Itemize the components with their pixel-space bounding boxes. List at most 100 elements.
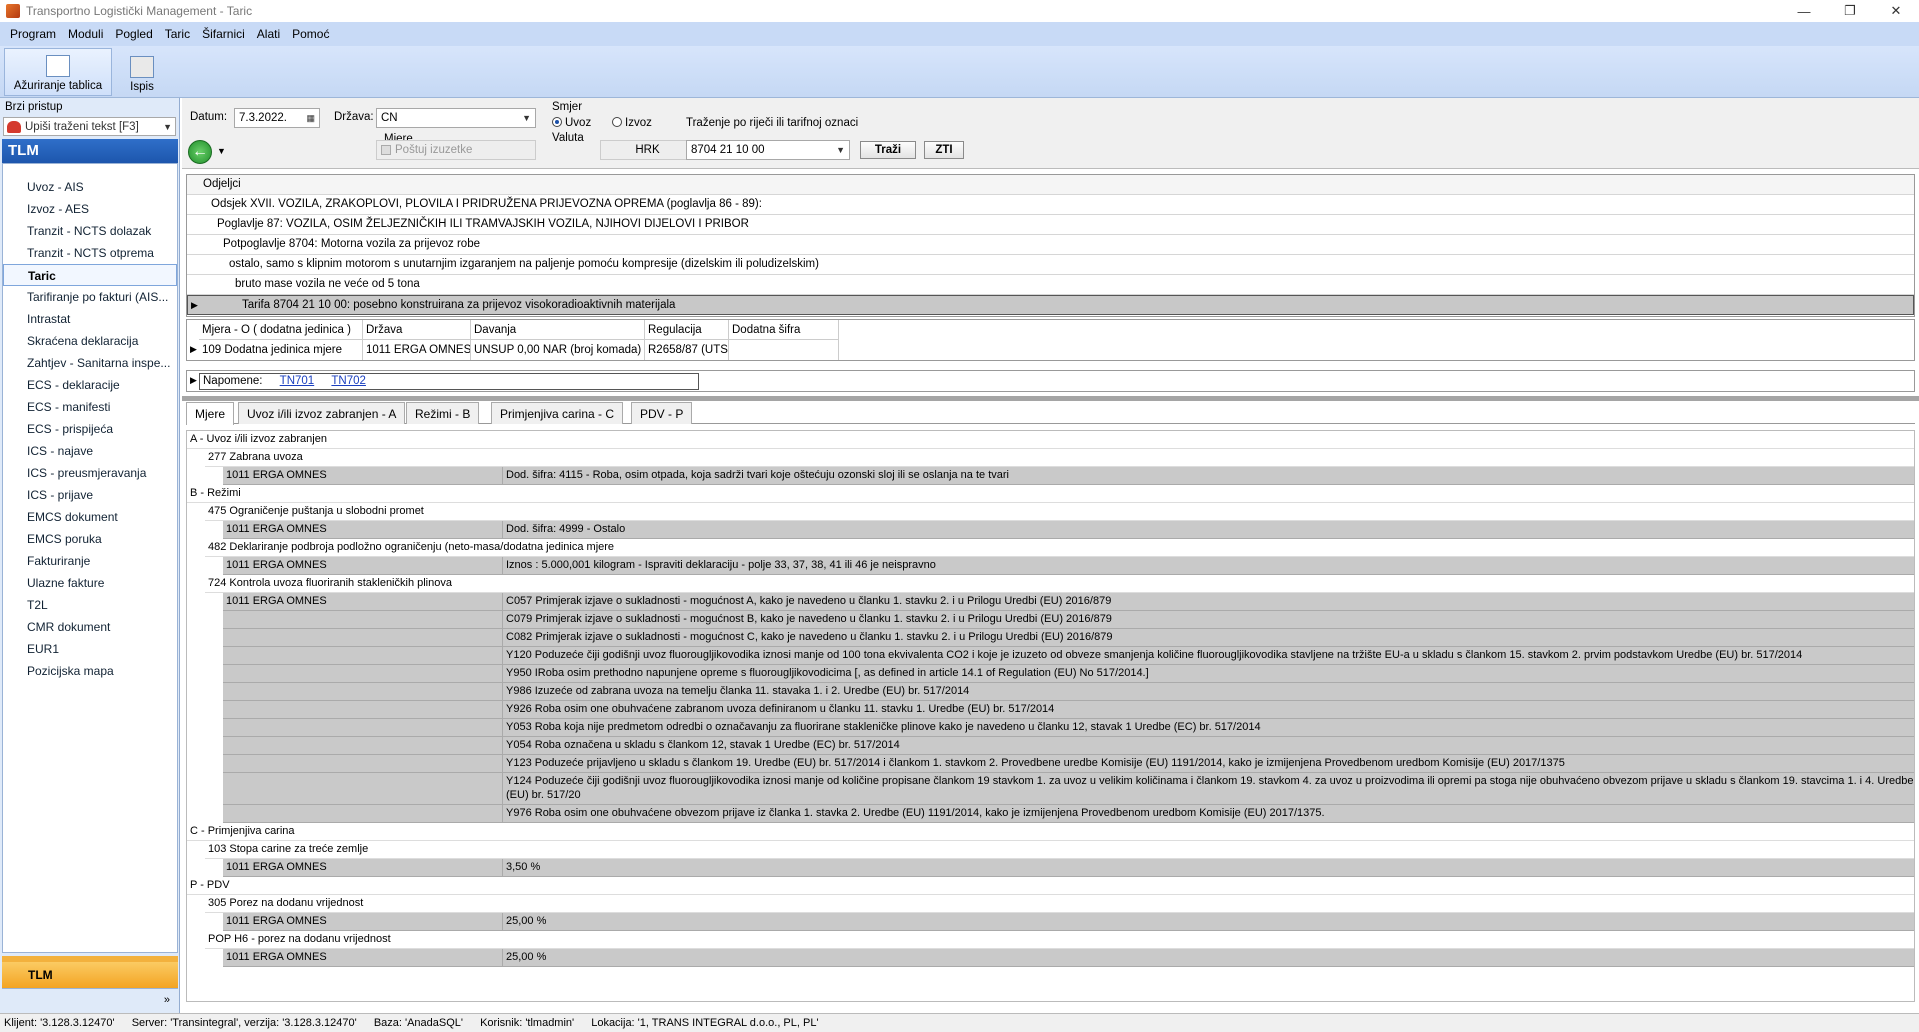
- detail-condition-row[interactable]: Y976 Roba osim one obuhvaćene obvezom pr…: [223, 805, 1914, 823]
- tab-zabranjen-a[interactable]: Uvoz i/ili izvoz zabranjen - A: [238, 402, 406, 424]
- column-header[interactable]: Država: [363, 320, 471, 340]
- hierarchy-row[interactable]: Poglavlje 87: VOZILA, OSIM ŽELJEZNIČKIH …: [187, 215, 1914, 235]
- tab-pdv-p[interactable]: PDV - P: [631, 402, 693, 424]
- sidebar-item[interactable]: ECS - prispijeća: [3, 418, 177, 440]
- detail-condition-row[interactable]: 1011 ERGA OMNES 3,50 %: [223, 859, 1914, 877]
- sidebar-item[interactable]: Pozicijska mapa: [3, 660, 177, 682]
- detail-condition-row[interactable]: Y054 Roba označena u skladu s člankom 12…: [223, 737, 1914, 755]
- tab-rezimi-b[interactable]: Režimi - B: [406, 402, 480, 424]
- sidebar-item[interactable]: ICS - najave: [3, 440, 177, 462]
- hierarchy-row[interactable]: Odsjek XVII. VOZILA, ZRAKOPLOVI, PLOVILA…: [187, 195, 1914, 215]
- detail-measure-row[interactable]: 305 Porez na dodanu vrijednost: [205, 895, 1914, 913]
- respect-exceptions-checkbox[interactable]: Poštuj izuzetke: [376, 140, 536, 160]
- chevron-down-icon[interactable]: ▼: [836, 145, 845, 155]
- minimize-icon[interactable]: —: [1781, 0, 1827, 22]
- tariff-search-input[interactable]: 8704 21 10 00 ▼: [686, 140, 850, 160]
- tab-mjere[interactable]: Mjere: [186, 402, 235, 425]
- sidebar-item[interactable]: EMCS dokument: [3, 506, 177, 528]
- sidebar-item[interactable]: Uvoz - AIS: [3, 176, 177, 198]
- menu-sifarnici[interactable]: Šifarnici: [196, 27, 251, 41]
- sidebar-item[interactable]: Ulazne fakture: [3, 572, 177, 594]
- sidebar-item[interactable]: EUR1: [3, 638, 177, 660]
- update-tables-button[interactable]: Ažuriranje tablica: [4, 48, 112, 96]
- hierarchy-row[interactable]: ostalo, samo s klipnim motorom s unutarn…: [187, 255, 1914, 275]
- detail-measure-row[interactable]: 724 Kontrola uvoza fluoriranih staklenič…: [205, 575, 1914, 593]
- detail-condition-row[interactable]: 1011 ERGA OMNES 25,00 %: [223, 913, 1914, 931]
- detail-condition-row[interactable]: Y124 Poduzeće čiji godišnji uvoz fluorou…: [223, 773, 1914, 805]
- detail-condition-row[interactable]: Y986 Izuzeće od zabrana uvoza na temelju…: [223, 683, 1914, 701]
- table-cell[interactable]: UNSUP 0,00 NAR (broj komada): [471, 340, 645, 360]
- detail-condition-row[interactable]: 1011 ERGA OMNES Dod. šifra: 4999 - Ostalo: [223, 521, 1914, 539]
- detail-condition-row[interactable]: 1011 ERGA OMNES Dod. šifra: 4115 - Roba, …: [223, 467, 1914, 485]
- sidebar-item[interactable]: Tarifiranje po fakturi (AIS...: [3, 286, 177, 308]
- sidebar-expand[interactable]: »: [2, 988, 178, 1010]
- sidebar-item[interactable]: CMR dokument: [3, 616, 177, 638]
- sidebar-item[interactable]: Izvoz - AES: [3, 198, 177, 220]
- sidebar-item[interactable]: ECS - manifesti: [3, 396, 177, 418]
- zti-button[interactable]: ZTI: [924, 141, 964, 159]
- sidebar-item[interactable]: EMCS poruka: [3, 528, 177, 550]
- country-select[interactable]: CN ▼: [376, 108, 536, 128]
- detail-condition-row[interactable]: Y120 Poduzeće čiji godišnji uvoz fluorou…: [223, 647, 1914, 665]
- sidebar-item[interactable]: Intrastat: [3, 308, 177, 330]
- search-button[interactable]: Traži: [860, 141, 916, 159]
- sidebar-item[interactable]: Tranzit - NCTS dolazak: [3, 220, 177, 242]
- sidebar-item[interactable]: Fakturiranje: [3, 550, 177, 572]
- hierarchy-row-current[interactable]: ▶ Tarifa 8704 21 10 00: posebno konstruir…: [187, 295, 1914, 315]
- menu-moduli[interactable]: Moduli: [62, 27, 109, 41]
- detail-condition-row[interactable]: 1011 ERGA OMNES Iznos : 5.000,001 kilogra…: [223, 557, 1914, 575]
- sidebar-item[interactable]: Taric: [3, 264, 177, 286]
- detail-section-row[interactable]: A - Uvoz i/ili izvoz zabranjen: [187, 431, 1914, 449]
- menu-pomoc[interactable]: Pomoć: [286, 27, 335, 41]
- detail-condition-row[interactable]: Y053 Roba koja nije predmetom odredbi o …: [223, 719, 1914, 737]
- sidebar-footer-tlm[interactable]: TLM: [2, 962, 178, 988]
- detail-condition-row[interactable]: Y926 Roba osim one obuhvaćene zabranom u…: [223, 701, 1914, 719]
- column-header[interactable]: Regulacija: [645, 320, 729, 340]
- sidebar-item[interactable]: Tranzit - NCTS otprema: [3, 242, 177, 264]
- radio-import-dot[interactable]: [552, 117, 562, 127]
- sidebar-item[interactable]: ECS - deklaracije: [3, 374, 177, 396]
- radio-export-dot[interactable]: [612, 117, 622, 127]
- column-header[interactable]: Davanja: [471, 320, 645, 340]
- table-cell[interactable]: R2658/87 (UTS): [645, 340, 729, 360]
- back-dropdown-icon[interactable]: ▼: [217, 146, 226, 156]
- detail-measure-row[interactable]: 475 Ograničenje puštanja u slobodni prom…: [205, 503, 1914, 521]
- checkbox-icon[interactable]: [381, 145, 391, 155]
- detail-condition-row[interactable]: C082 Primjerak izjave o sukladnosti - mo…: [223, 629, 1914, 647]
- date-input[interactable]: 7.3.2022. ▦: [234, 108, 320, 128]
- menu-alati[interactable]: Alati: [251, 27, 286, 41]
- note-link-tn702[interactable]: TN702: [331, 375, 366, 387]
- column-header[interactable]: Dodatna šifra: [729, 320, 839, 340]
- calendar-icon[interactable]: ▦: [306, 113, 315, 124]
- detail-condition-row[interactable]: 1011 ERGA OMNES 25,00 %: [223, 949, 1914, 967]
- print-button[interactable]: Ispis: [120, 48, 164, 96]
- detail-condition-row[interactable]: 1011 ERGA OMNES C057 Primjerak izjave o s…: [223, 593, 1914, 611]
- radio-export[interactable]: Izvoz: [612, 117, 652, 129]
- restore-icon[interactable]: ❐: [1827, 0, 1873, 22]
- hierarchy-row[interactable]: bruto mase vozila ne veće od 5 tona: [187, 275, 1914, 295]
- sidebar-item[interactable]: ICS - prijave: [3, 484, 177, 506]
- sidebar-item[interactable]: T2L: [3, 594, 177, 616]
- table-cell[interactable]: [729, 340, 839, 360]
- hierarchy-row[interactable]: Potpoglavlje 8704: Motorna vozila za pri…: [187, 235, 1914, 255]
- note-link-tn701[interactable]: TN701: [280, 375, 315, 387]
- detail-measure-row[interactable]: POP H6 - porez na dodanu vrijednost: [205, 931, 1914, 949]
- detail-measure-row[interactable]: 103 Stopa carine za treće zemlje: [205, 841, 1914, 859]
- detail-measure-row[interactable]: 277 Zabrana uvoza: [205, 449, 1914, 467]
- sidebar-item[interactable]: Skraćena deklaracija: [3, 330, 177, 352]
- detail-section-row[interactable]: C - Primjenjiva carina: [187, 823, 1914, 841]
- panel-splitter[interactable]: [182, 396, 1919, 401]
- quick-access-input[interactable]: Upiši traženi tekst [F3] ▼: [3, 117, 176, 136]
- table-cell[interactable]: 109 Dodatna jedinica mjere: [199, 340, 363, 360]
- tab-carina-c[interactable]: Primjenjiva carina - C: [491, 402, 624, 424]
- detail-section-row[interactable]: B - Režimi: [187, 485, 1914, 503]
- menu-program[interactable]: Program: [4, 27, 62, 41]
- detail-condition-row[interactable]: Y950 IRoba osim prethodno napunjene opre…: [223, 665, 1914, 683]
- detail-measure-row[interactable]: 482 Deklariranje podbroja podložno ogran…: [205, 539, 1914, 557]
- sidebar-item[interactable]: ICS - preusmjeravanja: [3, 462, 177, 484]
- detail-condition-row[interactable]: Y123 Poduzeće prijavljeno u skladu s čla…: [223, 755, 1914, 773]
- table-cell[interactable]: 1011 ERGA OMNES: [363, 340, 471, 360]
- radio-import[interactable]: Uvoz: [552, 117, 591, 129]
- menu-pogled[interactable]: Pogled: [109, 27, 158, 41]
- menu-taric[interactable]: Taric: [159, 27, 196, 41]
